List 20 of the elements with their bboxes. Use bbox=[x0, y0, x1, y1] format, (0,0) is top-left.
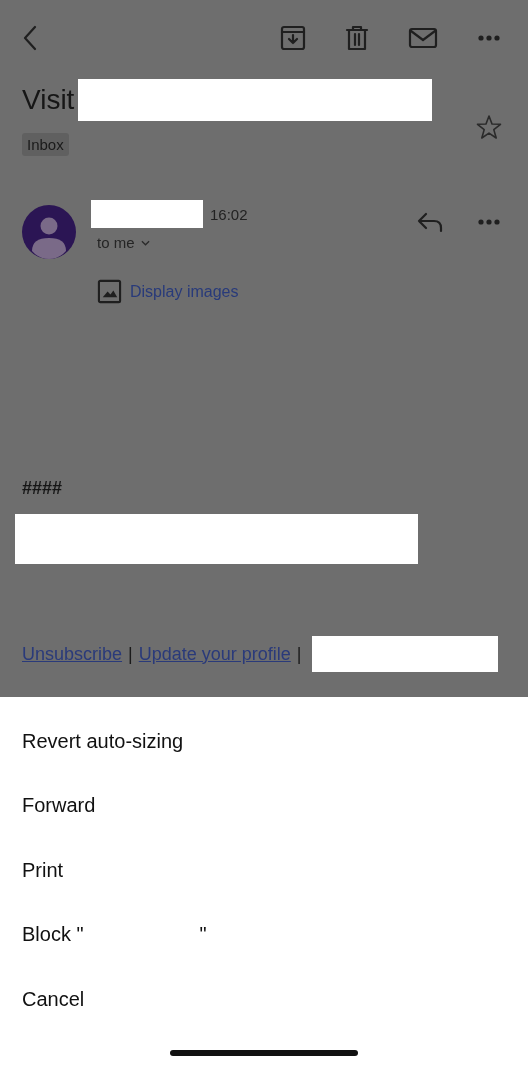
inbox-label: Inbox bbox=[22, 133, 69, 156]
archive-icon[interactable] bbox=[280, 25, 306, 51]
image-icon bbox=[97, 279, 122, 304]
menu-item[interactable]: Print bbox=[0, 838, 528, 903]
menu-item[interactable]: Forward bbox=[0, 773, 528, 838]
menu-item[interactable]: Block " " bbox=[0, 902, 528, 967]
menu-item[interactable]: Cancel bbox=[0, 967, 528, 1032]
reply-icon[interactable] bbox=[416, 210, 444, 234]
back-icon[interactable] bbox=[22, 24, 38, 52]
avatar-icon bbox=[22, 205, 76, 259]
separator-text: | bbox=[128, 643, 133, 665]
separator-text: | bbox=[296, 643, 302, 665]
chevron-icon bbox=[140, 239, 150, 246]
menu-item[interactable]: Revert auto-sizing bbox=[0, 709, 528, 774]
mail-icon[interactable] bbox=[408, 25, 438, 51]
trash-icon[interactable] bbox=[344, 25, 370, 51]
body-heading: #### bbox=[22, 478, 64, 499]
time-label: 16:02 bbox=[210, 205, 248, 223]
star-icon[interactable] bbox=[476, 114, 502, 140]
email-subject: Visit bbox=[22, 84, 75, 116]
